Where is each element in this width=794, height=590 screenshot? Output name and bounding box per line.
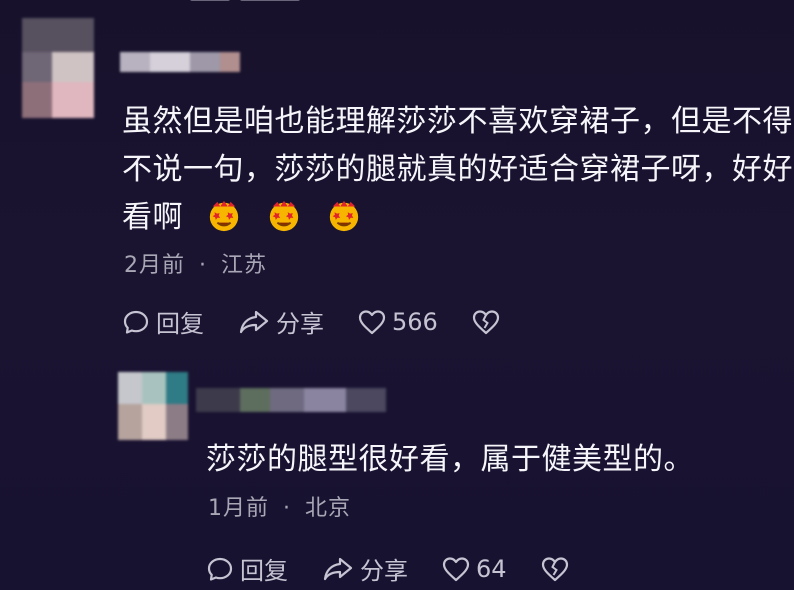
- reply-icon: [123, 310, 149, 334]
- like-button[interactable]: 566: [358, 308, 438, 336]
- heart-icon: [442, 556, 470, 581]
- comment-text-line: 不说一句，莎莎的腿就真的好适合穿裙子呀，好好: [122, 152, 793, 187]
- share-label: 分享: [360, 557, 408, 585]
- reply-label: 回复: [156, 310, 204, 338]
- comment-meta: 1月前 · 北京: [208, 490, 351, 522]
- comment-actions: 回复 分享 64: [206, 551, 609, 586]
- star-eyes-face-icon: [209, 200, 239, 232]
- dislike-button[interactable]: [472, 309, 506, 335]
- meta-separator: ·: [199, 253, 207, 278]
- star-eyes-face-icon: [329, 200, 359, 232]
- cropped-header-text: [190, 0, 350, 4]
- broken-heart-icon: [541, 556, 568, 581]
- comment-text-line: 虽然但是咱也能理解莎莎不喜欢穿裙子，但是不得: [122, 104, 793, 139]
- avatar[interactable]: [22, 18, 94, 118]
- comment-text: 莎莎的腿型很好看，属于健美型的。: [206, 442, 694, 477]
- emoji-group: [189, 200, 369, 235]
- like-count: 566: [392, 307, 438, 336]
- like-button[interactable]: 64: [442, 555, 507, 583]
- comment-time: 2月前: [124, 253, 185, 278]
- reply-button[interactable]: 回复: [122, 304, 204, 339]
- like-count: 64: [476, 554, 507, 583]
- comment-location: 北京: [305, 496, 352, 521]
- username[interactable]: [196, 388, 386, 412]
- comment-meta: 2月前 · 江苏: [124, 247, 267, 279]
- meta-separator: ·: [283, 496, 291, 521]
- reply-icon: [207, 557, 233, 581]
- comment-text-fragment: 看啊: [122, 200, 183, 235]
- username[interactable]: [120, 52, 240, 72]
- share-button[interactable]: 分享: [322, 551, 408, 586]
- share-label: 分享: [276, 310, 324, 338]
- dislike-button[interactable]: [541, 556, 575, 582]
- comment-location: 江苏: [221, 253, 268, 278]
- share-button[interactable]: 分享: [238, 304, 324, 339]
- share-icon: [323, 557, 353, 580]
- broken-heart-icon: [472, 309, 499, 334]
- comment-text: 虽然但是咱也能理解莎莎不喜欢穿裙子，但是不得 不说一句，莎莎的腿就真的好适合穿裙…: [122, 98, 793, 242]
- share-icon: [239, 310, 269, 333]
- comment-time: 1月前: [208, 496, 269, 521]
- heart-icon: [358, 309, 386, 334]
- comment-actions: 回复 分享 566: [122, 304, 540, 339]
- reply-button[interactable]: 回复: [206, 551, 288, 586]
- comment-text-line: 看啊: [122, 194, 793, 242]
- avatar[interactable]: [118, 372, 188, 440]
- star-eyes-face-icon: [269, 200, 299, 232]
- reply-label: 回复: [240, 557, 288, 585]
